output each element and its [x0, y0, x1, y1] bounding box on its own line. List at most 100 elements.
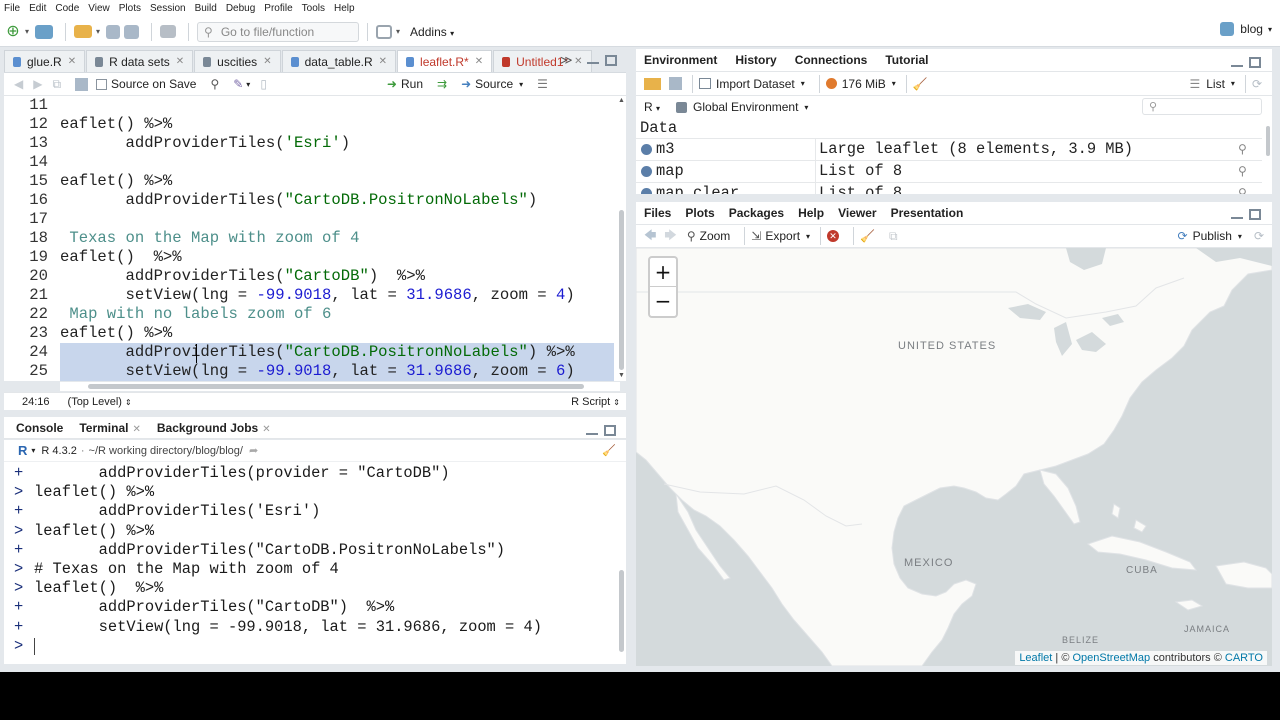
scroll-down-icon[interactable]: ▼: [618, 372, 625, 379]
new-project-icon[interactable]: [35, 24, 54, 39]
refresh-icon[interactable]: ⟳: [1252, 77, 1262, 91]
menu-view[interactable]: View: [88, 3, 110, 14]
viewer-tab-viewer[interactable]: Viewer: [838, 206, 876, 220]
viewer-tab-help[interactable]: Help: [798, 206, 824, 220]
grid-layout-icon[interactable]: [376, 24, 393, 39]
save-icon[interactable]: [106, 24, 121, 39]
view-data-icon[interactable]: ⚲: [1238, 142, 1247, 156]
code-line[interactable]: 21 setView(lng = -99.9018, lat = 31.9686…: [4, 286, 614, 305]
code-line[interactable]: 17: [4, 210, 614, 229]
code-line[interactable]: 25 setView(lng = -99.9018, lat = 31.9686…: [4, 362, 614, 381]
goto-dir-icon[interactable]: ➦: [249, 444, 258, 457]
maximize-pane-icon[interactable]: [1249, 57, 1261, 68]
publish-button[interactable]: ⟳ Publish ▾: [1178, 229, 1242, 243]
menu-session[interactable]: Session: [150, 3, 186, 14]
clear-viewer-icon[interactable]: 🧹: [860, 229, 875, 243]
editor-hscroll-thumb[interactable]: [88, 384, 584, 389]
new-file-icon[interactable]: ⊕: [5, 23, 21, 40]
chevron-down-icon[interactable]: ▾: [96, 27, 100, 36]
menu-file[interactable]: File: [4, 3, 20, 14]
env-tab-environment[interactable]: Environment: [644, 53, 717, 67]
close-tab-icon[interactable]: ✕: [379, 56, 387, 67]
code-editor[interactable]: 11 12 eaflet() %>% 13 addProviderTiles('Esr…: [4, 96, 626, 381]
menu-profile[interactable]: Profile: [264, 3, 292, 14]
back-arrow-icon[interactable]: ◀: [14, 77, 23, 91]
chevron-down-icon[interactable]: ▾: [25, 27, 29, 36]
menu-tools[interactable]: Tools: [302, 3, 325, 14]
close-tab-icon[interactable]: ✕: [132, 424, 140, 435]
close-tab-icon[interactable]: ✕: [263, 56, 271, 67]
minimize-pane-icon[interactable]: [1231, 211, 1243, 219]
run-button[interactable]: ➜ Run: [387, 77, 423, 91]
viewer-tab-plots[interactable]: Plots: [685, 206, 714, 220]
load-workspace-icon[interactable]: [644, 77, 661, 90]
refresh-icon[interactable]: ⟳: [1254, 229, 1264, 243]
env-tab-connections[interactable]: Connections: [795, 53, 868, 67]
editor-tab[interactable]: data_table.R ✕: [281, 50, 397, 72]
open-folder-icon[interactable]: [74, 25, 93, 38]
editor-scroll-thumb[interactable]: [619, 210, 624, 370]
rerun-icon[interactable]: ⇉: [437, 77, 447, 91]
language-menu[interactable]: R ▾: [644, 100, 660, 114]
console-tab[interactable]: Background Jobs ✕: [157, 421, 271, 435]
leaflet-link[interactable]: Leaflet: [1019, 652, 1052, 664]
forward-arrow-icon[interactable]: 🡆: [664, 226, 676, 247]
expand-icon[interactable]: [641, 188, 652, 194]
env-row[interactable]: m3 Large leaflet (8 elements, 3.9 MB) ⚲: [636, 138, 1262, 161]
editor-tab[interactable]: leaflet.R* ✕: [397, 50, 493, 72]
export-button[interactable]: ⇲ Export ▾: [751, 229, 810, 243]
more-tabs-icon[interactable]: ≫: [560, 53, 573, 67]
code-line[interactable]: 23 eaflet() %>%: [4, 324, 614, 343]
chevron-down-icon[interactable]: ▾: [246, 80, 250, 89]
zoom-button[interactable]: ⚲ Zoom: [687, 229, 730, 243]
code-line[interactable]: 11: [4, 96, 614, 115]
source-on-save-checkbox[interactable]: [96, 78, 108, 90]
scope-menu[interactable]: Global Environment ▾: [676, 100, 808, 114]
view-data-icon[interactable]: ⚲: [1238, 186, 1247, 194]
close-tab-icon[interactable]: ✕: [262, 424, 270, 435]
maximize-pane-icon[interactable]: [604, 54, 617, 66]
close-tab-icon[interactable]: ✕: [475, 56, 483, 67]
code-line[interactable]: 24 addProviderTiles("CartoDB.PositronNoL…: [4, 343, 614, 362]
goto-file-input[interactable]: ⚲ Go to file/function: [197, 21, 360, 42]
back-arrow-icon[interactable]: 🡄: [644, 226, 656, 247]
code-line[interactable]: 13 addProviderTiles('Esri'): [4, 134, 614, 153]
code-line[interactable]: 14: [4, 153, 614, 172]
remove-viewer-icon[interactable]: ✕: [827, 230, 840, 242]
import-dataset-button[interactable]: Import Dataset ▾: [699, 77, 805, 91]
code-line[interactable]: 20 addProviderTiles("CartoDB") %>%: [4, 267, 614, 286]
zoom-in-button[interactable]: +: [650, 258, 676, 287]
menu-edit[interactable]: Edit: [29, 3, 46, 14]
open-in-window-icon[interactable]: ⧉: [889, 229, 898, 244]
osm-link[interactable]: OpenStreetMap: [1072, 652, 1150, 664]
outline-icon[interactable]: ☰: [537, 77, 548, 91]
clear-console-icon[interactable]: 🧹: [602, 444, 616, 457]
minimize-pane-icon[interactable]: [1231, 59, 1243, 67]
console-tab[interactable]: Terminal ✕: [79, 421, 141, 435]
zoom-out-button[interactable]: −: [650, 287, 676, 316]
memory-usage-button[interactable]: 176 MiB ▾: [825, 77, 896, 91]
scope-menu[interactable]: (Top Level) ⇕: [68, 396, 132, 408]
clear-workspace-icon[interactable]: 🧹: [913, 77, 928, 91]
console-tab[interactable]: Console: [16, 421, 63, 435]
addins-menu[interactable]: Addins ▾: [410, 25, 454, 39]
code-line[interactable]: 18 Texas on the Map with zoom of 4: [4, 229, 614, 248]
env-tab-history[interactable]: History: [735, 53, 776, 67]
editor-tab[interactable]: R data sets ✕: [86, 50, 194, 72]
close-tab-icon[interactable]: ✕: [176, 56, 184, 67]
environment-search-input[interactable]: ⚲: [1142, 98, 1262, 115]
menu-build[interactable]: Build: [195, 3, 217, 14]
env-tab-tutorial[interactable]: Tutorial: [885, 53, 928, 67]
find-icon[interactable]: ⚲: [210, 77, 219, 91]
menu-plots[interactable]: Plots: [119, 3, 141, 14]
magic-wand-icon[interactable]: ✎: [233, 77, 243, 91]
project-menu[interactable]: blog ▾: [1220, 22, 1272, 36]
minimize-pane-icon[interactable]: [586, 427, 598, 435]
chevron-down-icon[interactable]: ▾: [31, 446, 35, 455]
viewer-tab-files[interactable]: Files: [644, 206, 671, 220]
expand-icon[interactable]: [641, 144, 652, 155]
maximize-pane-icon[interactable]: [1249, 209, 1261, 220]
save-all-icon[interactable]: [124, 24, 140, 39]
compile-report-icon[interactable]: ▯: [260, 77, 267, 91]
expand-icon[interactable]: [641, 166, 652, 177]
